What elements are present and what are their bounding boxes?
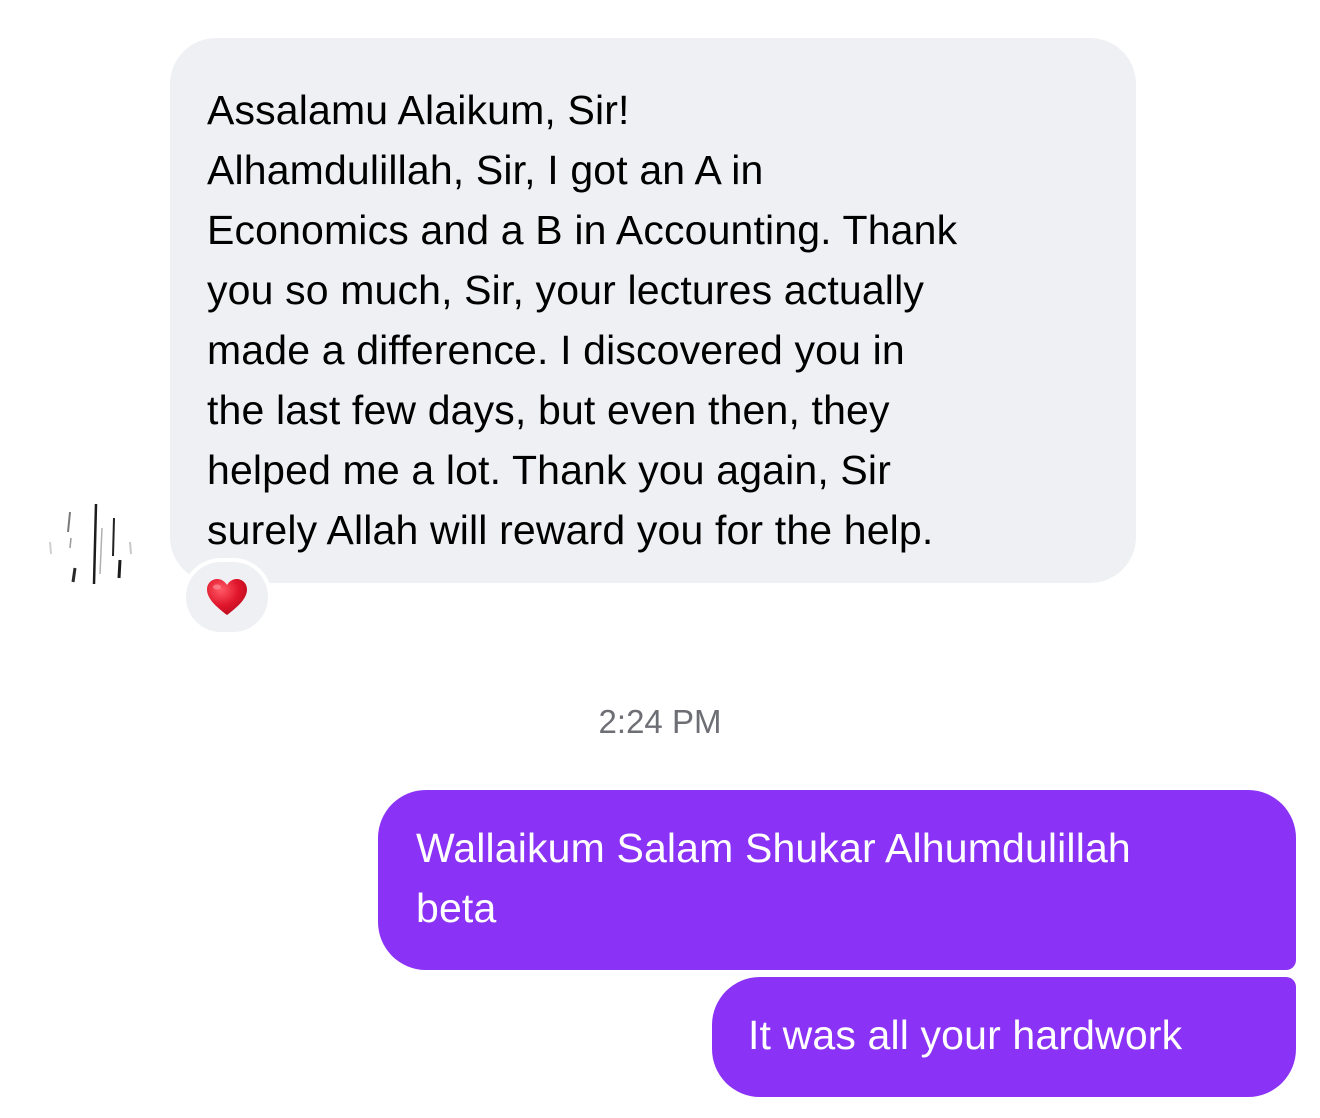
message-line: Alhamdulillah, Sir, I got an A in	[207, 147, 764, 193]
message-line: the last few days, but even then, they	[207, 387, 890, 433]
avatar-scribble-icon	[49, 503, 132, 585]
message-line: you so much, Sir, your lectures actually	[207, 267, 924, 313]
message-line: surely Allah will reward you for the hel…	[207, 507, 934, 553]
message-line: Assalamu Alaikum, Sir!	[207, 87, 630, 133]
message-line: beta	[416, 885, 497, 931]
message-line: Economics and a B in Accounting. Thank	[207, 207, 958, 253]
outgoing-message-bubble[interactable]: It was all your hardwork	[712, 977, 1296, 1097]
message-thread: Assalamu Alaikum, Sir! Alhamdulillah, Si…	[0, 0, 1320, 1118]
sender-avatar[interactable]	[40, 498, 140, 588]
message-line: Wallaikum Salam Shukar Alhumdulillah	[416, 825, 1131, 871]
message-timestamp: 2:24 PM	[598, 703, 722, 740]
incoming-message-bubble[interactable]: Assalamu Alaikum, Sir! Alhamdulillah, Si…	[170, 38, 1136, 583]
message-line: made a difference. I discovered you in	[207, 327, 905, 373]
message-line: It was all your hardwork	[748, 1012, 1183, 1058]
outgoing-message-bubble[interactable]: Wallaikum Salam Shukar Alhumdulillah bet…	[378, 790, 1296, 970]
red-heart-icon	[207, 579, 247, 615]
reaction-badge[interactable]	[182, 558, 272, 636]
message-line: helped me a lot. Thank you again, Sir	[207, 447, 891, 493]
